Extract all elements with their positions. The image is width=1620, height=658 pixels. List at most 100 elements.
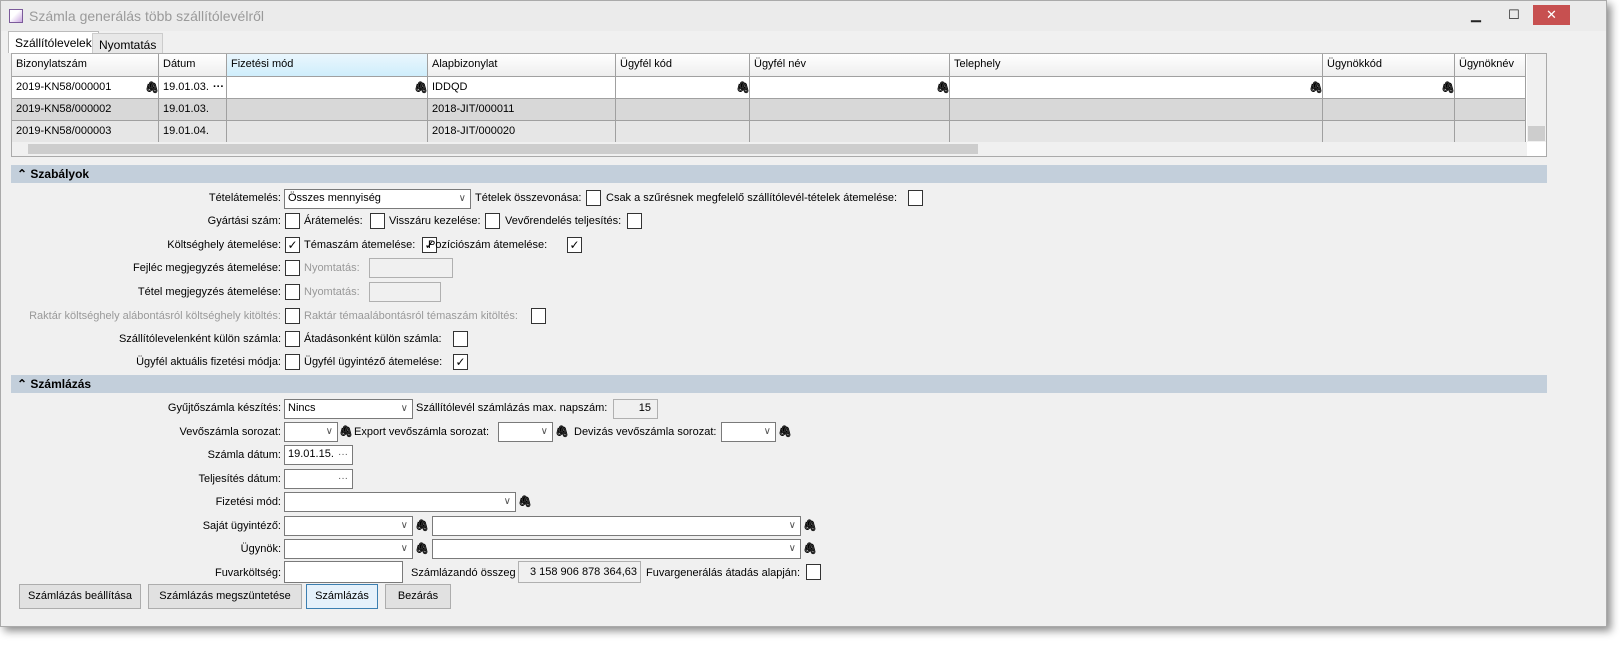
szamlazas-button[interactable]: Számlázás: [306, 584, 378, 609]
table-cell[interactable]: [750, 99, 950, 121]
paperclip-icon[interactable]: 🖇: [555, 425, 569, 438]
max-napszam-input[interactable]: 15: [613, 399, 658, 419]
tab-szallitolevelek[interactable]: Szállítólevelek: [8, 31, 99, 53]
table-cell[interactable]: 19.01.03.: [159, 99, 227, 121]
paperclip-icon[interactable]: 🖇: [936, 81, 950, 94]
fejlec-megjegyzes-checkbox[interactable]: [285, 260, 300, 276]
table-cell[interactable]: [227, 121, 428, 143]
ugyfel-fizetesi-checkbox[interactable]: [285, 354, 300, 370]
szallitolevelenkent-checkbox[interactable]: [285, 331, 300, 347]
paperclip-icon[interactable]: 🖇: [145, 81, 159, 94]
table-cell[interactable]: 2019-KN58/000001: [12, 77, 159, 99]
column-header[interactable]: Dátum: [159, 54, 227, 77]
table-cell[interactable]: 2019-KN58/000003: [12, 121, 159, 143]
section-rules-header[interactable]: ⌃ Szabályok: [11, 165, 1547, 183]
column-header[interactable]: Telephely: [950, 54, 1323, 77]
table-cell[interactable]: [950, 77, 1323, 99]
szamlazas-beallitasa-button[interactable]: Számlázás beállítása: [19, 584, 141, 609]
koltseghely-checkbox[interactable]: ✓: [285, 237, 300, 253]
vevoszamla-combo[interactable]: ∨: [284, 422, 338, 442]
paperclip-icon[interactable]: 🖇: [1441, 81, 1455, 94]
table-cell[interactable]: [1455, 121, 1526, 143]
table-cell[interactable]: IDDQD: [428, 77, 616, 99]
teljesites-datum-input[interactable]: ···: [284, 469, 353, 489]
column-header[interactable]: Fizetési mód: [227, 54, 428, 77]
paperclip-icon[interactable]: 🖇: [518, 495, 532, 508]
table-cell[interactable]: [950, 99, 1323, 121]
table-cell[interactable]: [1323, 99, 1455, 121]
tab-nyomtatas[interactable]: Nyomtatás: [92, 33, 164, 53]
szamlazas-megszuntetese-button[interactable]: Számlázás megszüntetése: [148, 584, 302, 609]
label-devizas: Devizás vevőszámla sorozat:: [574, 426, 717, 438]
csak-szures-checkbox[interactable]: [908, 190, 923, 206]
paperclip-icon[interactable]: 🖇: [736, 81, 750, 94]
column-header[interactable]: Ügyfél kód: [616, 54, 750, 77]
column-header[interactable]: Alapbizonylat: [428, 54, 616, 77]
horizontal-scrollbar-thumb[interactable]: [28, 144, 978, 154]
paperclip-icon[interactable]: 🖇: [803, 542, 817, 555]
sajat-ugyintezo-code-combo[interactable]: ∨: [284, 516, 413, 536]
paperclip-icon[interactable]: 🖇: [1309, 81, 1323, 94]
devizas-combo[interactable]: ∨: [721, 422, 776, 442]
label-szallitolevelenkent: Szállítólevelenként külön számla:: [118, 333, 281, 345]
ellipsis-icon[interactable]: ···: [338, 446, 348, 463]
column-header[interactable]: Ügyfél név: [750, 54, 950, 77]
pozicioszam-checkbox[interactable]: ✓: [567, 237, 582, 253]
table-cell[interactable]: 2018-JIT/000011: [428, 99, 616, 121]
section-billing-header[interactable]: ⌃ Számlázás: [11, 375, 1547, 393]
column-header[interactable]: Ügynöknév: [1455, 54, 1526, 77]
gyujtoszamla-select[interactable]: Nincs ∨: [284, 399, 413, 419]
table-cell[interactable]: 19.01.04.: [159, 121, 227, 143]
table-cell[interactable]: [616, 77, 750, 99]
paperclip-icon[interactable]: 🖇: [339, 425, 353, 438]
vevorendeles-checkbox[interactable]: [627, 213, 642, 229]
fizetesi-mod-combo[interactable]: ∨: [284, 492, 516, 512]
ellipsis-icon[interactable]: ···: [338, 470, 348, 487]
paperclip-icon[interactable]: 🖇: [803, 519, 817, 532]
raktar-koltseghely-checkbox[interactable]: [285, 308, 300, 324]
table-cell[interactable]: [1323, 121, 1455, 143]
fuvargeneralas-checkbox[interactable]: [806, 564, 821, 580]
vertical-scrollbar-thumb[interactable]: [1528, 126, 1545, 141]
minimize-button[interactable]: ▁: [1457, 5, 1495, 25]
aratemeles-checkbox[interactable]: [370, 213, 385, 229]
bezaras-button[interactable]: Bezárás: [385, 584, 451, 609]
label-export: Export vevőszámla sorozat:: [354, 426, 490, 438]
export-combo[interactable]: ∨: [498, 422, 553, 442]
paperclip-icon[interactable]: 🖇: [778, 425, 792, 438]
raktar-tema-checkbox[interactable]: [531, 308, 546, 324]
table-cell[interactable]: [750, 77, 950, 99]
fuvarkoltseg-input[interactable]: [284, 561, 403, 583]
paperclip-icon[interactable]: 🖇: [415, 542, 429, 555]
tetel-megjegyzes-checkbox[interactable]: [285, 284, 300, 300]
table-cell[interactable]: [227, 77, 428, 99]
visszaru-checkbox[interactable]: [485, 213, 500, 229]
ugyfel-ugyintezo-checkbox[interactable]: ✓: [453, 354, 468, 370]
column-header[interactable]: Bizonylatszám: [12, 54, 159, 77]
label-max-napszam: Szállítólevél számlázás max. napszám:: [416, 402, 608, 414]
maximize-button[interactable]: ☐: [1495, 5, 1533, 25]
ugynok-name-combo[interactable]: ∨: [432, 539, 801, 559]
close-button[interactable]: ✕: [1533, 5, 1570, 25]
tetelatemeles-select[interactable]: Összes mennyiség ∨: [284, 189, 471, 209]
ellipsis-icon[interactable]: ···: [213, 81, 224, 93]
tetelek-osszevonasa-checkbox[interactable]: [586, 190, 601, 206]
ugynok-code-combo[interactable]: ∨: [284, 539, 413, 559]
paperclip-icon[interactable]: 🖇: [414, 81, 428, 94]
table-cell[interactable]: [616, 99, 750, 121]
table-cell[interactable]: [950, 121, 1323, 143]
table-cell[interactable]: [1323, 77, 1455, 99]
table-cell[interactable]: [1455, 99, 1526, 121]
atadasonkent-checkbox[interactable]: [453, 331, 468, 347]
paperclip-icon[interactable]: 🖇: [415, 519, 429, 532]
table-cell[interactable]: 2019-KN58/000002: [12, 99, 159, 121]
table-cell[interactable]: [616, 121, 750, 143]
gyartasi-szam-checkbox[interactable]: [285, 213, 300, 229]
table-cell[interactable]: [1455, 77, 1526, 99]
column-header[interactable]: Ügynökkód: [1323, 54, 1455, 77]
table-cell[interactable]: [227, 99, 428, 121]
sajat-ugyintezo-name-combo[interactable]: ∨: [432, 516, 801, 536]
table-cell[interactable]: 2018-JIT/000020: [428, 121, 616, 143]
szamla-datum-input[interactable]: 19.01.15. ···: [284, 445, 353, 465]
table-cell[interactable]: [750, 121, 950, 143]
